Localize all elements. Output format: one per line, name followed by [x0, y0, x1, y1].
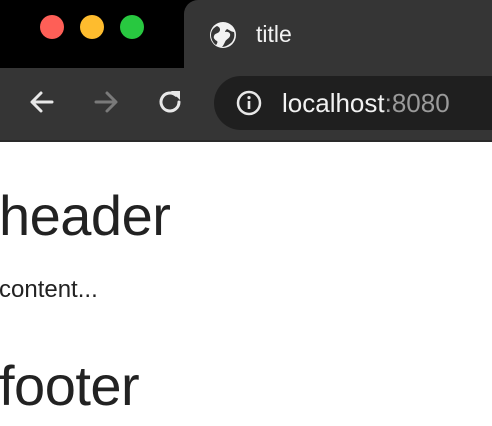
url-port: :8080 [384, 88, 450, 118]
page-body-text: content... [0, 276, 98, 303]
url-text[interactable]: localhost:8080 [282, 88, 450, 118]
globe-icon [210, 22, 236, 48]
page-content: header content... footer [0, 142, 492, 426]
info-icon[interactable] [236, 90, 262, 116]
tab-strip: title [0, 0, 492, 68]
maximize-window-button[interactable] [120, 15, 144, 39]
back-arrow-icon[interactable] [26, 86, 58, 118]
address-bar[interactable]: localhost:8080 [214, 76, 492, 130]
tab-title: title [256, 21, 292, 47]
reload-icon[interactable] [154, 86, 186, 118]
browser-toolbar: localhost:8080 [0, 68, 492, 142]
page-header: header [0, 184, 171, 247]
url-host: localhost [282, 88, 385, 118]
close-window-button[interactable] [40, 15, 64, 39]
minimize-window-button[interactable] [80, 15, 104, 39]
tab-active[interactable]: title [184, 0, 492, 68]
page-footer: footer [0, 354, 140, 417]
forward-arrow-icon[interactable] [90, 86, 122, 118]
browser-window: title localhost:8080 header content... f… [0, 0, 492, 426]
